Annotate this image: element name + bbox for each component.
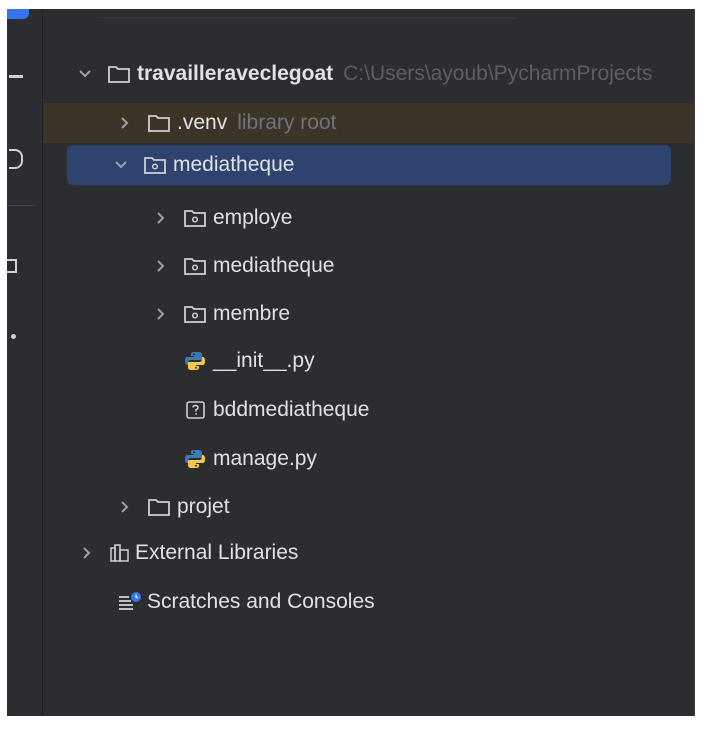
tree-row-scratches[interactable]: Scratches and Consoles bbox=[43, 582, 695, 622]
tree-row-membre[interactable]: membre bbox=[43, 294, 695, 334]
python-file-icon bbox=[183, 350, 207, 372]
employe-name: employe bbox=[213, 206, 293, 229]
more-tool-icon[interactable] bbox=[11, 334, 16, 339]
project-tool-icon[interactable] bbox=[7, 9, 29, 19]
tree-row-projet[interactable]: projet bbox=[43, 487, 695, 527]
panel-right-edge bbox=[694, 9, 695, 716]
init-py-name: __init__.py bbox=[213, 349, 315, 372]
venv-name: .venv bbox=[177, 111, 228, 134]
venv-hint: library root bbox=[237, 111, 337, 134]
package-folder-icon bbox=[183, 256, 207, 276]
python-file-icon bbox=[183, 448, 207, 470]
scratches-icon bbox=[117, 591, 143, 613]
unknown-file-icon bbox=[185, 400, 207, 420]
library-icon bbox=[109, 543, 131, 563]
package-name: mediatheque bbox=[173, 153, 295, 176]
chevron-down-icon[interactable] bbox=[111, 160, 131, 170]
chevron-right-icon[interactable] bbox=[77, 546, 97, 560]
projet-name: projet bbox=[177, 495, 230, 518]
project-tool-window: travailleraveclegoat C:\Users\ayoub\Pych… bbox=[7, 9, 695, 716]
root-project-name: travailleraveclegoat bbox=[137, 62, 334, 85]
tree-row-employe[interactable]: employe bbox=[43, 198, 695, 238]
services-tool-icon[interactable] bbox=[7, 259, 17, 273]
manage-py-name: manage.py bbox=[213, 447, 317, 470]
tree-row-external-libraries[interactable]: External Libraries bbox=[43, 533, 695, 573]
tree-row-bddmediatheque[interactable]: bddmediatheque bbox=[43, 390, 695, 430]
membre-name: membre bbox=[213, 302, 291, 325]
tree-row-mediatheque-sub[interactable]: mediatheque bbox=[43, 246, 695, 286]
package-folder-icon bbox=[183, 208, 207, 228]
chevron-right-icon[interactable] bbox=[115, 116, 135, 130]
folder-icon bbox=[147, 113, 171, 133]
structure-tool-icon[interactable] bbox=[9, 149, 23, 169]
package-folder-icon bbox=[143, 155, 167, 175]
folder-icon bbox=[107, 64, 131, 84]
chevron-right-icon[interactable] bbox=[151, 259, 171, 273]
external-libraries-label: External Libraries bbox=[135, 541, 299, 564]
tree-row-mediatheque-package[interactable]: mediatheque bbox=[67, 145, 671, 185]
stripe-separator bbox=[7, 205, 35, 206]
scratches-label: Scratches and Consoles bbox=[147, 590, 375, 613]
bdd-name: bddmediatheque bbox=[213, 398, 370, 421]
commit-tool-icon[interactable] bbox=[9, 75, 23, 78]
folder-icon bbox=[147, 497, 171, 517]
package-folder-icon bbox=[183, 304, 207, 324]
chevron-down-icon[interactable] bbox=[75, 69, 95, 79]
chevron-right-icon[interactable] bbox=[115, 500, 135, 514]
chevron-right-icon[interactable] bbox=[151, 211, 171, 225]
tool-window-header bbox=[97, 9, 517, 19]
tree-row-init-py[interactable]: __init__.py bbox=[43, 341, 695, 381]
tool-window-stripe bbox=[7, 9, 42, 716]
tree-row-venv[interactable]: .venv library root bbox=[43, 103, 695, 143]
tree-row-manage-py[interactable]: manage.py bbox=[43, 439, 695, 479]
chevron-right-icon[interactable] bbox=[151, 307, 171, 321]
root-project-path: C:\Users\ayoub\PycharmProjects bbox=[343, 62, 653, 85]
tree-row-root[interactable]: travailleraveclegoat C:\Users\ayoub\Pych… bbox=[43, 54, 695, 94]
mediatheque-sub-name: mediatheque bbox=[213, 254, 335, 277]
